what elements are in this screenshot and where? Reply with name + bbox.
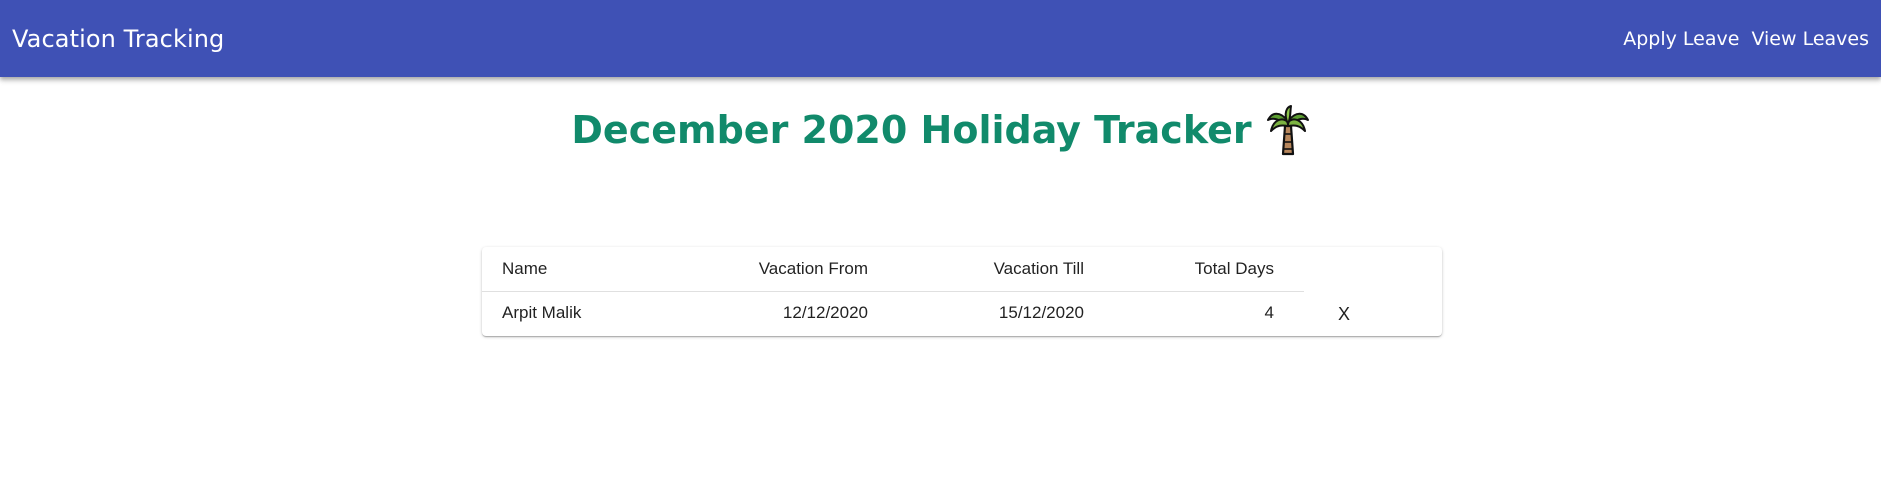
top-nav: Apply Leave View Leaves: [1623, 28, 1869, 50]
app-title: Vacation Tracking: [12, 24, 225, 53]
delete-leave-button[interactable]: X: [1338, 304, 1350, 325]
column-header-vacation-from: Vacation From: [662, 247, 888, 292]
cell-vacation-from: 12/12/2020: [782, 303, 868, 323]
page-title: December 2020 Holiday Tracker: [571, 108, 1252, 152]
table-row: Arpit Malik 12/12/2020 15/12/2020 4 X: [482, 291, 1442, 335]
page-heading-wrapper: December 2020 Holiday Tracker: [0, 104, 1881, 156]
table-header-row: Name Vacation From Vacation Till Total D…: [482, 247, 1442, 292]
app-bar: Vacation Tracking Apply Leave View Leave…: [0, 0, 1881, 77]
column-header-total-days: Total Days: [1104, 247, 1304, 292]
cell-actions: X: [1304, 291, 1442, 335]
view-leaves-link[interactable]: View Leaves: [1751, 28, 1869, 50]
leave-table: Name Vacation From Vacation Till Total D…: [482, 247, 1442, 335]
palm-tree-icon: [1266, 104, 1310, 156]
leave-table-card: Name Vacation From Vacation Till Total D…: [482, 247, 1442, 336]
cell-total-days: 4: [1264, 303, 1274, 323]
cell-name: Arpit Malik: [502, 303, 582, 323]
cell-vacation-till: 15/12/2020: [998, 303, 1084, 323]
apply-leave-link[interactable]: Apply Leave: [1623, 28, 1739, 50]
column-header-name: Name: [482, 247, 662, 292]
column-header-vacation-till: Vacation Till: [888, 247, 1104, 292]
column-header-actions: [1304, 247, 1442, 291]
